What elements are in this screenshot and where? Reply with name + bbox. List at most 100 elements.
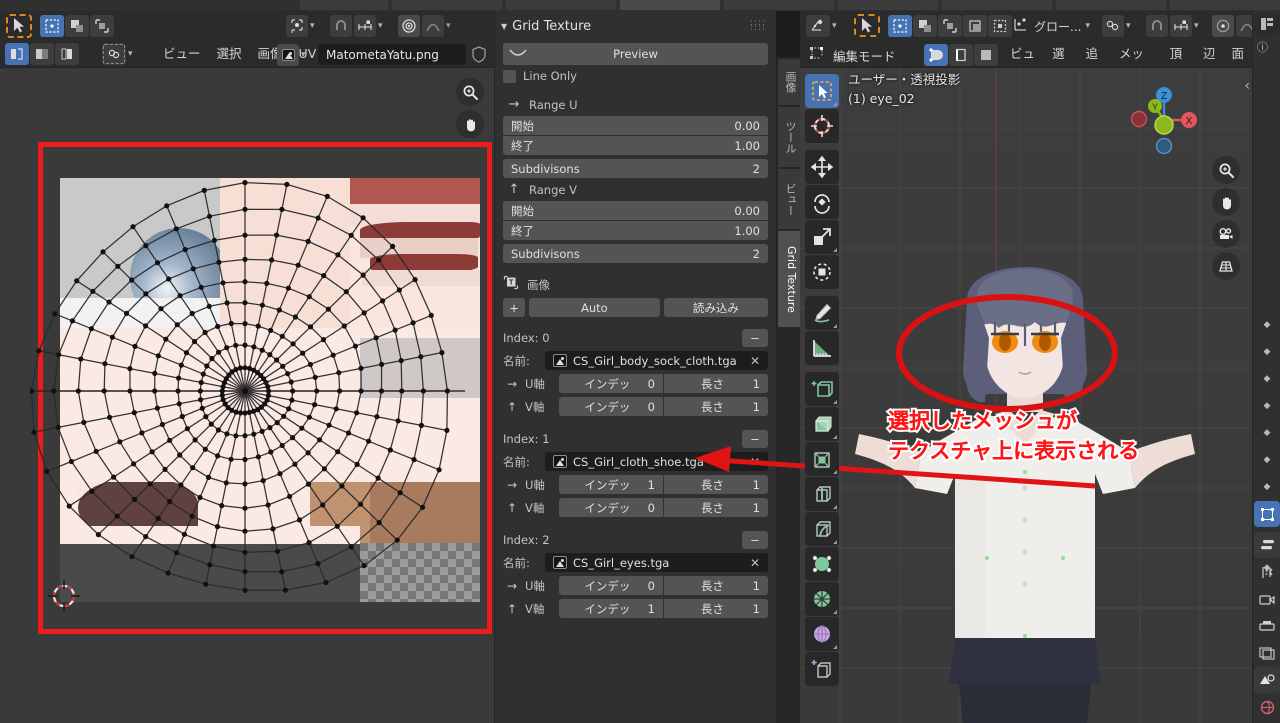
uv-proportional-group[interactable]: ▾ <box>398 15 451 37</box>
remove-entry-button[interactable]: − <box>742 329 768 347</box>
render-props-icon[interactable]: ◆ <box>1254 339 1280 365</box>
loop-cut-tool-icon[interactable] <box>805 512 839 546</box>
shield-icon[interactable] <box>471 46 487 67</box>
menu-select[interactable]: 選択 <box>209 43 250 65</box>
collection-props-icon[interactable]: ◆ <box>1254 474 1280 500</box>
range-v-end-field[interactable]: 終了 1.00 <box>503 221 768 240</box>
chevron-down-icon[interactable]: ▾ <box>1085 21 1090 31</box>
snap-magnet-icon[interactable] <box>1146 15 1168 37</box>
select-mode-group[interactable] <box>888 15 1012 37</box>
cursor-tool-icon[interactable] <box>805 109 839 143</box>
triangle-down-icon[interactable]: ▼ <box>501 22 507 31</box>
uv-pivot-group[interactable]: ▾ <box>286 15 315 37</box>
measure-tool-icon[interactable] <box>805 331 839 365</box>
select-intersect-icon[interactable] <box>988 15 1012 37</box>
tweak-cursor-icon[interactable] <box>854 14 880 37</box>
hand-pan-icon[interactable] <box>1212 188 1240 216</box>
properties-tab-column-lower[interactable] <box>1253 531 1280 723</box>
uv-select-mode-group[interactable] <box>40 15 114 37</box>
uv-canvas[interactable] <box>0 68 494 723</box>
zoom-icon[interactable] <box>456 78 484 106</box>
mesh-select-mode-group[interactable] <box>924 44 998 66</box>
uv-sync-selection-icon[interactable]: ▾ <box>102 43 133 65</box>
chevron-down-icon[interactable]: ▾ <box>1126 21 1131 31</box>
uv-snap-group[interactable]: ▾ <box>330 15 383 37</box>
viewport-3d-canvas[interactable]: ユーザー・透視投影 (1) eye_02 Z X Y ‹ <box>695 68 1252 723</box>
edge-select-icon[interactable] <box>949 44 973 66</box>
v-index-field[interactable]: インデッ 1 <box>559 599 663 618</box>
snap-increment-icon[interactable] <box>354 15 376 37</box>
annotate-tool-icon[interactable] <box>805 296 839 330</box>
viewport-nav-buttons[interactable] <box>1212 156 1240 284</box>
select-box-tool-icon[interactable] <box>805 74 839 108</box>
poly-build-tool-icon[interactable] <box>805 582 839 616</box>
view-layer-props-icon[interactable]: ◆ <box>1254 393 1280 419</box>
v-index-field[interactable]: インデッ 0 <box>559 498 663 517</box>
add-image-button[interactable]: + <box>503 298 525 317</box>
close-x-icon[interactable]: ✕ <box>750 556 760 570</box>
camera-props-icon[interactable] <box>1254 586 1280 612</box>
transform-tool-icon[interactable] <box>805 255 839 289</box>
hand-pan-icon[interactable] <box>456 110 484 138</box>
spin-tool-icon[interactable] <box>805 617 839 651</box>
line-only-checkbox[interactable] <box>503 69 516 83</box>
workspace-tab[interactable] <box>1056 0 1166 10</box>
workspace-tab[interactable] <box>942 0 1052 10</box>
remove-entry-button[interactable]: − <box>742 531 768 549</box>
edge-slide-tool-icon[interactable] <box>805 652 839 686</box>
proportional-editing-icon[interactable] <box>1212 15 1234 37</box>
close-x-icon[interactable]: ✕ <box>750 354 760 368</box>
camera-icon[interactable] <box>1212 220 1240 248</box>
navigation-gizmo[interactable]: Z X Y <box>1124 80 1204 160</box>
menu-view[interactable]: ビュー <box>155 43 209 65</box>
range-v-subdivisions-field[interactable]: Subdivisons 2 <box>503 244 768 263</box>
workspace-tab-strip[interactable] <box>0 0 1280 11</box>
tab-tool[interactable]: ツール <box>778 107 800 167</box>
rotate-tool-icon[interactable] <box>805 185 839 219</box>
image-name-field[interactable]: MatometaYatu.png <box>318 44 466 65</box>
bevel-tool-icon[interactable] <box>805 477 839 511</box>
uv-nav-buttons[interactable] <box>456 78 484 142</box>
output-icon[interactable] <box>1254 613 1280 639</box>
object-props-icon[interactable] <box>1254 501 1280 527</box>
vertex-select-icon[interactable] <box>924 44 948 66</box>
select-subtract-icon[interactable] <box>938 15 962 37</box>
properties-editor-type-icon[interactable] <box>1254 13 1280 35</box>
chevron-down-icon[interactable]: ▾ <box>832 21 837 31</box>
uv-vertex-select-icon-2[interactable] <box>5 43 29 65</box>
chevron-down-icon[interactable]: ▾ <box>301 50 306 60</box>
pivot-point-icon[interactable] <box>1102 15 1124 37</box>
image-browse-icon[interactable]: ▾ <box>277 44 306 66</box>
range-v-start-field[interactable]: 開始 0.00 <box>503 201 768 220</box>
workspace-tab[interactable] <box>300 0 388 10</box>
uv-edge-select-icon[interactable] <box>65 15 89 37</box>
viewport-toolbar[interactable] <box>805 74 841 687</box>
transform-orientation-selector[interactable]: グロー... ▾ <box>1012 15 1090 37</box>
knife-tool-icon[interactable] <box>805 547 839 581</box>
pivot-point-icon[interactable] <box>286 15 308 37</box>
uv-face-select-icon[interactable] <box>90 15 114 37</box>
workspace-tab-active[interactable] <box>620 0 720 10</box>
uv-edge-select-icon-2[interactable] <box>30 43 54 65</box>
world-icon[interactable] <box>1254 694 1280 720</box>
auto-button[interactable]: Auto <box>529 298 660 317</box>
chevron-down-icon[interactable]: ▾ <box>446 21 451 31</box>
uv-vertex-select-icon[interactable] <box>40 15 64 37</box>
v-length-field[interactable]: 長さ 1 <box>664 599 768 618</box>
workspace-tab[interactable] <box>506 0 616 10</box>
proportional-editing-icon[interactable] <box>398 15 420 37</box>
tab-grid-texture[interactable]: Grid Texture <box>778 231 800 327</box>
chevron-down-icon[interactable]: ▾ <box>128 49 133 59</box>
pivot-point-selector[interactable]: ▾ <box>1102 15 1131 37</box>
render-icon[interactable] <box>1254 559 1280 585</box>
v-length-field[interactable]: 長さ 1 <box>664 498 768 517</box>
editor-type-selector[interactable]: ▾ <box>806 15 837 37</box>
snap-magnet-icon[interactable] <box>330 15 352 37</box>
tab-image[interactable]: 画像 <box>778 59 800 105</box>
workspace-tab[interactable] <box>392 0 502 10</box>
scene-props-icon[interactable]: ◆ <box>1254 420 1280 446</box>
load-button[interactable]: 読み込み <box>663 298 768 317</box>
falloff-curve-icon[interactable] <box>422 15 444 37</box>
select-box-icon[interactable] <box>888 15 912 37</box>
tab-view[interactable]: ビュー <box>778 169 800 229</box>
